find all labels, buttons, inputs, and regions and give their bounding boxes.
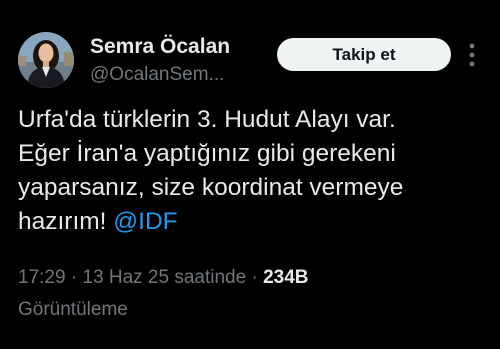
- author-info: Semra Öcalan @OcalanSem...: [90, 35, 280, 88]
- tweet-text-line: Urfa'da türklerin 3. Hudut Alayı var.: [18, 106, 396, 133]
- author-handle[interactable]: @OcalanSem...: [90, 62, 280, 88]
- tweet-date[interactable]: 13 Haz 25 saatinde: [82, 267, 246, 288]
- follow-button[interactable]: Takip et: [277, 38, 451, 71]
- tweet-time[interactable]: 17:29: [18, 267, 66, 288]
- tweet-text: Urfa'da türklerin 3. Hudut Alayı var. Eğ…: [18, 103, 494, 239]
- profile-photo-icon: [18, 32, 74, 88]
- more-options-button[interactable]: [462, 42, 482, 68]
- tweet-text-line: yaparsanız, size koordinat vermeye: [18, 174, 404, 201]
- tweet-text-line: hazırım! @IDF: [18, 205, 494, 239]
- tweet-text-line: Eğer İran'a yaptığınız gibi gerekeni: [18, 140, 396, 167]
- more-vertical-icon: [469, 43, 475, 67]
- tweet-meta-line: 17:29 · 13 Haz 25 saatinde · 234B: [18, 262, 488, 294]
- mention-link[interactable]: @IDF: [113, 208, 177, 235]
- tweet-text-fragment: hazırım!: [18, 208, 114, 235]
- tweet-meta: 17:29 · 13 Haz 25 saatinde · 234B Görünt…: [18, 262, 488, 326]
- author-display-name[interactable]: Semra Öcalan: [90, 35, 280, 59]
- meta-separator: ·: [246, 267, 264, 288]
- meta-separator: ·: [65, 267, 83, 288]
- tweet-card: Semra Öcalan @OcalanSem... Takip et Urfa…: [0, 0, 500, 349]
- author-avatar[interactable]: [18, 32, 74, 88]
- views-label: Görüntüleme: [18, 299, 128, 320]
- views-count: 234B: [263, 267, 309, 288]
